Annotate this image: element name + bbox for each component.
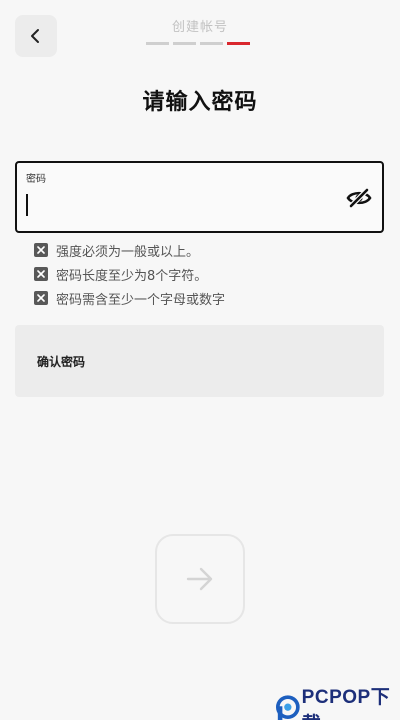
progress-step-2 — [173, 42, 196, 45]
progress-step-4 — [227, 42, 250, 45]
arrow-right-icon — [186, 567, 213, 591]
text-caret — [26, 194, 28, 216]
requirement-item: 密码长度至少为8个字符。 — [34, 266, 225, 284]
unmet-x-icon — [34, 291, 48, 305]
requirement-item: 强度必须为一般或以上。 — [34, 242, 225, 260]
watermark-text: PCPOP下载 — [301, 687, 391, 720]
unmet-x-icon — [34, 267, 48, 281]
pcpop-logo-icon — [276, 695, 300, 720]
step-title: 创建帐号 — [171, 20, 228, 35]
password-field[interactable]: 密码 — [15, 161, 384, 233]
requirement-item: 密码需含至少一个字母或数字 — [34, 290, 226, 308]
next-button[interactable] — [155, 534, 245, 624]
step-progress-indicator — [146, 42, 250, 45]
requirement-text: 密码长度至少为8个字符。 — [56, 268, 208, 284]
progress-step-1 — [146, 42, 169, 45]
page-title: 请输入密码 — [142, 90, 258, 115]
eye-off-icon — [346, 188, 372, 208]
requirement-text: 强度必须为一般或以上。 — [56, 244, 200, 260]
password-field-label: 密码 — [26, 174, 46, 185]
requirement-text: 密码需含至少一个字母或数字 — [56, 292, 226, 308]
confirm-password-label: 确认密码 — [37, 355, 86, 369]
password-requirements-list: 强度必须为一般或以上。 密码长度至少为8个字符。 密码需含至少一个字母或数字 — [34, 242, 226, 308]
confirm-password-field[interactable]: 确认密码 — [15, 325, 384, 397]
progress-step-3 — [200, 42, 223, 45]
create-account-password-screen: 创建帐号 请输入密码 密码 强度必须为一般或以上。 密码长度至少为8个字符。 密… — [0, 0, 400, 720]
toggle-password-visibility-button[interactable] — [346, 187, 372, 209]
unmet-x-icon — [34, 243, 48, 257]
watermark: PCPOP下载 — [276, 682, 400, 720]
password-input[interactable] — [29, 191, 339, 219]
